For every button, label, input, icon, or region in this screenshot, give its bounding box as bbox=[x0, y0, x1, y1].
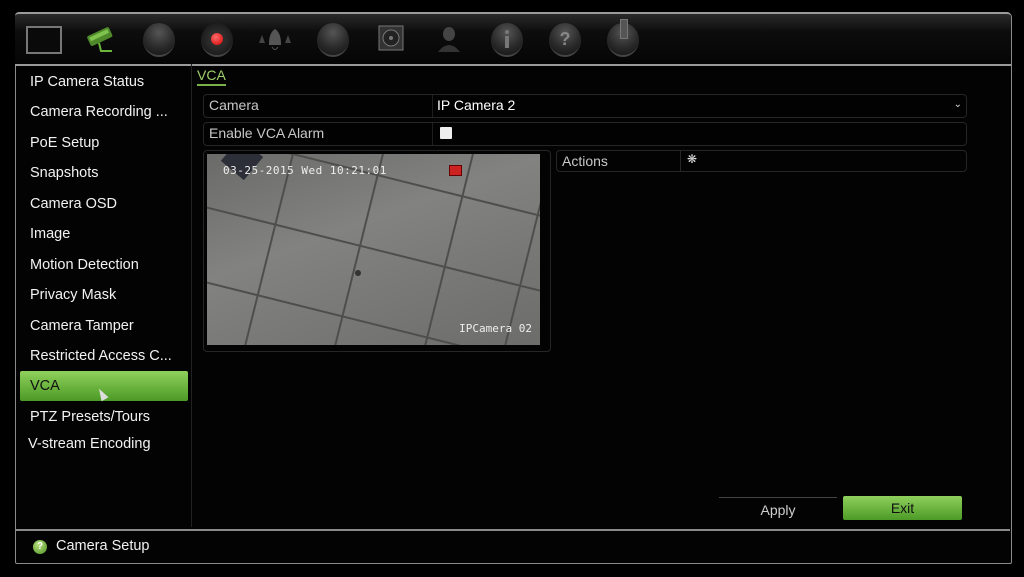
tile-line bbox=[495, 154, 540, 345]
sidebar-item-ip-camera-status[interactable]: IP Camera Status bbox=[20, 68, 188, 96]
sidebar-item-image[interactable]: Image bbox=[20, 220, 188, 248]
recording-indicator-icon bbox=[449, 165, 462, 176]
question-icon[interactable]: ? bbox=[546, 22, 584, 58]
user-icon[interactable] bbox=[430, 22, 468, 58]
sidebar-item-vca-label: VCA bbox=[30, 378, 60, 394]
enable-vca-alarm-row: Enable VCA Alarm bbox=[203, 122, 967, 146]
camera-label: Camera bbox=[209, 97, 259, 113]
alarm-icon[interactable] bbox=[256, 22, 294, 58]
camera-icon[interactable] bbox=[82, 22, 120, 58]
status-text: Camera Setup bbox=[56, 538, 150, 554]
status-bar: ? Camera Setup bbox=[16, 529, 1010, 564]
display-icon[interactable] bbox=[25, 22, 63, 58]
row-divider bbox=[680, 151, 681, 171]
top-menu-bar: ? bbox=[15, 12, 1011, 66]
sidebar-item-snapshots[interactable]: Snapshots bbox=[20, 159, 188, 187]
power-icon[interactable] bbox=[604, 19, 642, 58]
sidebar-item-ptz-presets[interactable]: PTZ Presets/Tours bbox=[20, 403, 188, 431]
sidebar-item-vca[interactable]: VCA bbox=[20, 371, 188, 402]
device-icon[interactable] bbox=[314, 22, 352, 58]
tab-vca[interactable]: VCA bbox=[197, 67, 226, 86]
sidebar-item-camera-recording[interactable]: Camera Recording ... bbox=[20, 98, 188, 126]
tile-line bbox=[207, 198, 540, 302]
osd-camera-name: IPCamera 02 bbox=[459, 322, 532, 335]
content-panel: VCA Camera IP Camera 2 ⌄ Enable VCA Alar… bbox=[193, 64, 1009, 527]
mouse-cursor-icon bbox=[95, 386, 109, 402]
ceiling-hole bbox=[355, 270, 361, 276]
storage-icon[interactable] bbox=[372, 22, 410, 58]
enable-vca-alarm-checkbox[interactable] bbox=[440, 127, 452, 139]
info-icon[interactable] bbox=[488, 22, 526, 58]
help-icon[interactable]: ? bbox=[33, 540, 47, 554]
camera-preview[interactable]: 03-25-2015 Wed 10:21:01 IPCamera 02 bbox=[207, 154, 540, 345]
sidebar-item-restricted-access[interactable]: Restricted Access C... bbox=[20, 342, 188, 370]
tile-line bbox=[415, 154, 481, 345]
camera-select[interactable]: IP Camera 2 bbox=[437, 97, 515, 113]
actions-label: Actions bbox=[562, 153, 608, 169]
chevron-down-icon[interactable]: ⌄ bbox=[954, 99, 962, 110]
camera-preview-frame: 03-25-2015 Wed 10:21:01 IPCamera 02 bbox=[203, 150, 551, 352]
enable-vca-alarm-label: Enable VCA Alarm bbox=[209, 125, 325, 141]
tile-line bbox=[235, 154, 301, 345]
apply-button[interactable]: Apply bbox=[719, 497, 837, 522]
sidebar-item-camera-osd[interactable]: Camera OSD bbox=[20, 190, 188, 218]
gear-icon[interactable]: ❋ bbox=[687, 152, 697, 166]
osd-timestamp: 03-25-2015 Wed 10:21:01 bbox=[223, 164, 387, 177]
sidebar-menu: IP Camera Status Camera Recording ... Po… bbox=[16, 64, 192, 527]
network-icon[interactable] bbox=[140, 22, 178, 58]
row-divider bbox=[432, 95, 433, 117]
camera-select-row: Camera IP Camera 2 ⌄ bbox=[203, 94, 967, 118]
sidebar-item-camera-tamper[interactable]: Camera Tamper bbox=[20, 312, 188, 340]
sidebar-item-v-stream-encoding[interactable]: V-stream Encoding bbox=[18, 430, 186, 458]
actions-row: Actions ❋ bbox=[556, 150, 967, 172]
record-icon[interactable] bbox=[198, 22, 236, 58]
exit-button[interactable]: Exit bbox=[843, 496, 962, 520]
row-divider bbox=[432, 123, 433, 145]
sidebar-item-poe-setup[interactable]: PoE Setup bbox=[20, 129, 188, 157]
sidebar-item-privacy-mask[interactable]: Privacy Mask bbox=[20, 281, 188, 309]
sidebar-item-motion-detection[interactable]: Motion Detection bbox=[20, 251, 188, 279]
